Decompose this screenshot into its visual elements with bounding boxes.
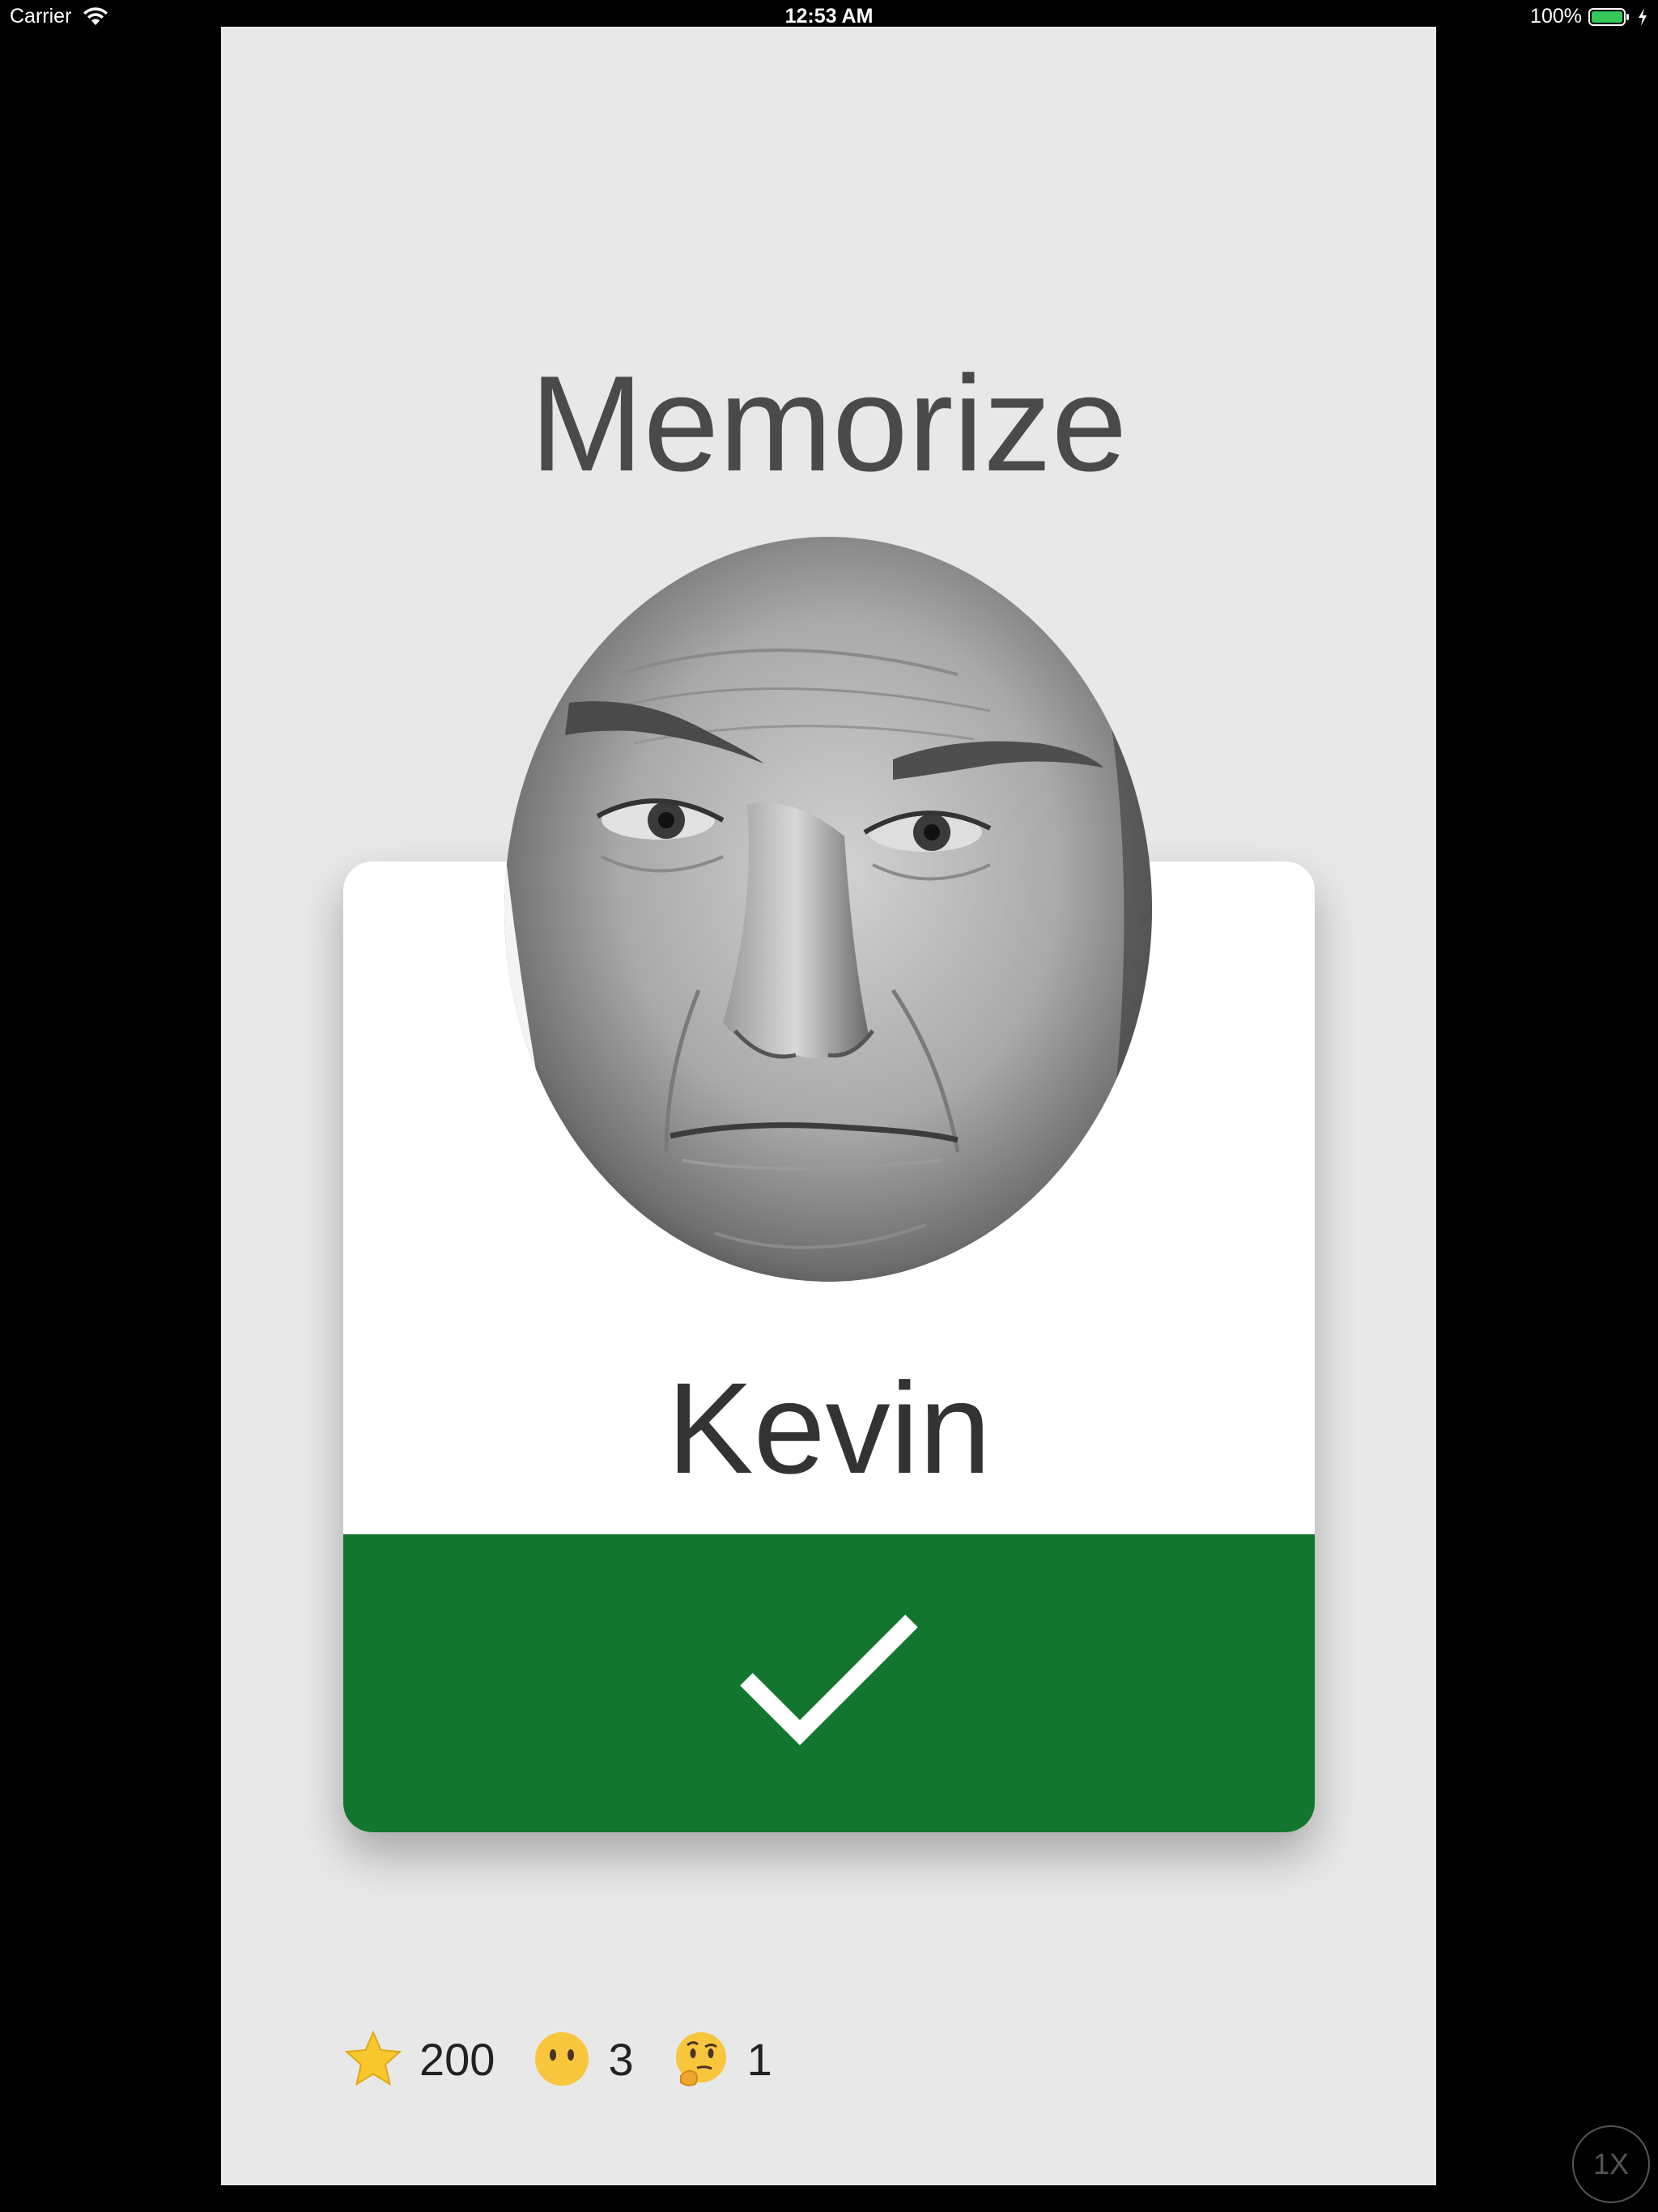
score-row: 200 3 1 bbox=[343, 2027, 810, 2091]
status-time: 12:53 AM bbox=[784, 5, 874, 28]
battery-icon bbox=[1588, 7, 1629, 26]
stat-thinking: 1 bbox=[671, 2029, 772, 2089]
star-icon bbox=[344, 2030, 402, 2087]
zoom-control[interactable]: 1X bbox=[1572, 2125, 1650, 2203]
screen: Carrier 12:53 AM 100% Memorize Kevin 200… bbox=[0, 0, 1658, 2212]
checkmark-icon bbox=[740, 1614, 918, 1746]
stat-neutral: 3 bbox=[532, 2029, 634, 2089]
app-title: Memorize bbox=[529, 347, 1128, 500]
stat-thinking-value: 1 bbox=[746, 2033, 772, 2085]
charging-bolt-icon bbox=[1639, 7, 1647, 26]
stat-stars-value: 200 bbox=[419, 2033, 495, 2085]
neutral-face-icon bbox=[535, 2032, 589, 2086]
battery-percent: 100% bbox=[1530, 5, 1582, 28]
app-window: Memorize Kevin 200 3 1 bbox=[221, 27, 1436, 2185]
stat-neutral-value: 3 bbox=[608, 2033, 634, 2085]
battery-group: 100% bbox=[1530, 5, 1648, 28]
person-name: Kevin bbox=[666, 1355, 992, 1500]
correct-answer-button[interactable] bbox=[343, 1534, 1315, 1832]
face-photo bbox=[504, 537, 1152, 1282]
thinking-face-icon bbox=[675, 2032, 726, 2087]
stat-stars: 200 bbox=[343, 2029, 495, 2089]
